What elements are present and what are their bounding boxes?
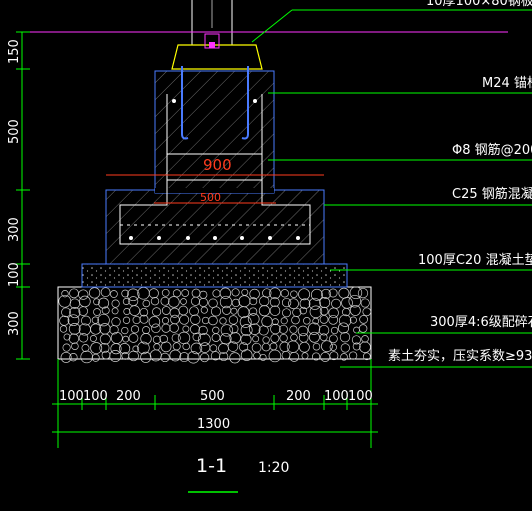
steel-column — [191, 0, 233, 45]
red-dim-mid: 500 — [200, 191, 221, 204]
dim-150: 150 — [7, 39, 22, 64]
label-soil: 素土夯实，压实系数≥93% — [388, 349, 532, 364]
section-scale: 1:20 — [258, 460, 289, 476]
red-dim-top: 900 — [203, 156, 232, 174]
section-title: 1-1 — [196, 455, 227, 477]
bdim-3: 200 — [116, 389, 141, 404]
annotation-texts: 10厚100×80钢板 M24 锚栓 Φ8 钢筋@200 C25 钢筋混凝土 1… — [388, 0, 532, 364]
gravel-hatch-icon — [57, 286, 372, 364]
cushion-layer — [81, 263, 348, 288]
left-dim-labels: 150 500 300 100 300 — [7, 39, 22, 336]
label-gravel: 300厚4:6级配碎石 — [430, 315, 532, 330]
foundation-section-drawing: 900 500 150 500 300 100 300 10厚100×80钢板 … — [7, 0, 532, 493]
bottom-dim-labels: 100 100 200 500 200 100 100 1300 — [59, 389, 373, 432]
total-width: 1300 — [197, 417, 230, 432]
bdim-5: 200 — [286, 389, 311, 404]
bdim-1: 100 — [59, 389, 84, 404]
bdim-2: 100 — [83, 389, 108, 404]
label-c25: C25 钢筋混凝土 — [452, 186, 532, 202]
bdim-7: 100 — [348, 389, 373, 404]
label-c20: 100厚C20 混凝土垫层 — [418, 252, 532, 268]
bdim-6: 100 — [324, 389, 349, 404]
dim-100: 100 — [7, 262, 22, 287]
dim-500: 500 — [7, 119, 22, 144]
label-rebar: Φ8 钢筋@200 — [452, 142, 532, 158]
dim-300-b: 300 — [7, 311, 22, 336]
base-plate-icon — [171, 33, 263, 70]
label-anchor: M24 锚栓 — [482, 76, 532, 91]
label-plate: 10厚100×80钢板 — [426, 0, 532, 9]
dim-300-a: 300 — [7, 217, 22, 242]
left-dimension-chain — [16, 31, 30, 360]
bdim-4: 500 — [200, 389, 225, 404]
